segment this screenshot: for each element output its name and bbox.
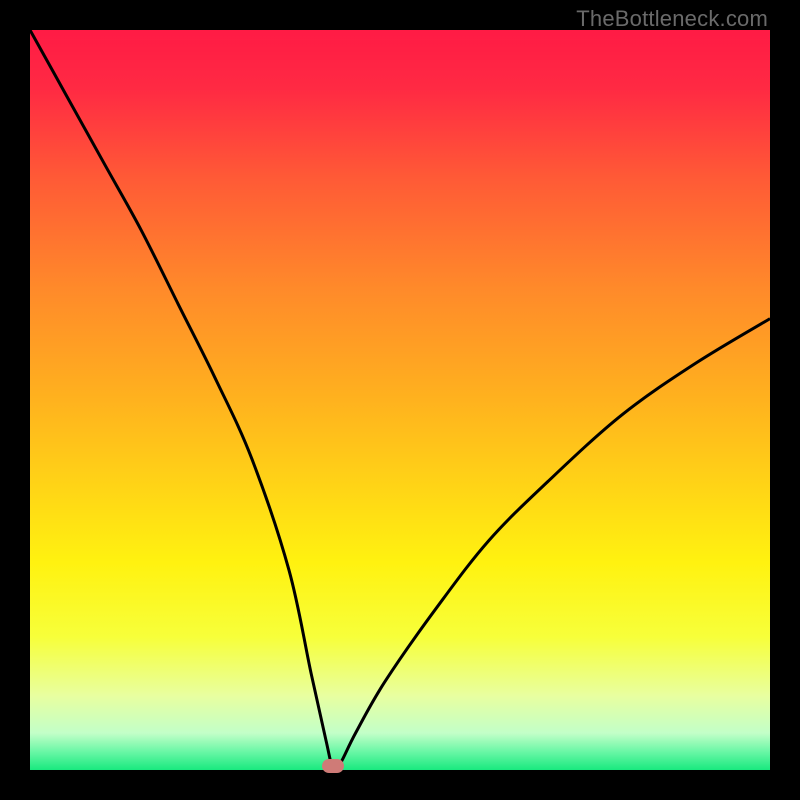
curve-path [30, 30, 770, 770]
optimum-marker [322, 759, 344, 773]
watermark-text: TheBottleneck.com [576, 6, 768, 32]
plot-area [30, 30, 770, 770]
bottleneck-curve [30, 30, 770, 770]
chart-frame: TheBottleneck.com [0, 0, 800, 800]
